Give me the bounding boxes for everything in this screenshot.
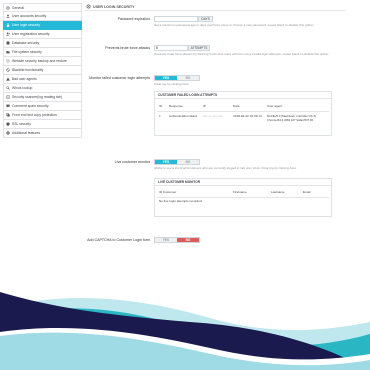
monitor-failed-no[interactable]: NO — [177, 76, 199, 80]
attempts-addon: ATTEMPTS — [188, 45, 210, 51]
th-id-customer: ID Customer — [159, 190, 177, 194]
failed-attempts-box: CUSTOMER FAILED LOGIN ATTEMPTS ID Respon… — [154, 91, 332, 136]
sidebar-item-label: Blacklist functionality — [12, 68, 44, 72]
password-expiration-label: Password expiration — [117, 17, 150, 21]
sidebar-item-blacklist-functionality[interactable]: Blacklist functionality — [3, 66, 82, 75]
gear-icon — [6, 5, 10, 10]
sidebar-item-whois-lookup[interactable]: Whois lookup — [3, 84, 82, 93]
sidebar-item-security-scanner-log-reading-tab[interactable]: Security scanner(log reading tab) — [3, 93, 82, 102]
password-expiration-input[interactable] — [154, 16, 198, 22]
decorative-waves — [0, 292, 370, 370]
sidebar-item-label: Security scanner(log reading tab) — [12, 95, 62, 99]
sidebar-item-label: User registration security — [12, 32, 50, 36]
th-date: Date — [233, 104, 240, 108]
sidebar-item-database-security[interactable]: Database security — [3, 39, 82, 48]
user-icon — [6, 14, 10, 18]
scanner-icon — [6, 95, 10, 99]
table-divider — [157, 111, 329, 112]
monitor-failed-toggle[interactable]: YES NO — [154, 75, 200, 81]
sidebar-item-label: User login security — [12, 23, 40, 27]
sidebar-item-label: Database security — [12, 41, 40, 45]
brute-force-label: Prevents brute force attacks — [105, 46, 150, 50]
sidebar-item-label: Website security backup and restore — [12, 59, 67, 63]
th-ip: IP — [203, 104, 206, 108]
sidebar-item-website-security-backup-and-restore[interactable]: Website security backup and restore — [3, 57, 82, 66]
failed-attempts-table: ID Response IP Date User agent 1 Authent… — [155, 100, 331, 136]
page-title: USER LOGIN SECURITY — [93, 4, 135, 9]
td-ip: xxx.xx.xxx.xxx — [203, 114, 223, 118]
sidebar-item-front-end-text-copy-protection[interactable]: Front end text copy protection — [3, 111, 82, 120]
td-date: 2018-02-22 19:02:14 — [233, 114, 262, 118]
table-divider — [157, 197, 329, 198]
captcha-no[interactable]: NO — [177, 238, 199, 242]
th-id: ID — [159, 104, 163, 108]
monitor-failed-help[interactable]: Clear log by clicking here. — [154, 82, 334, 87]
plus-icon — [6, 131, 10, 135]
ban-icon — [6, 68, 10, 72]
panel-header: USER LOGIN SECURITY — [86, 3, 346, 11]
sidebar-item-general[interactable]: General — [3, 3, 82, 12]
sidebar-item-label: Additional features — [12, 131, 41, 135]
sidebar-item-comment-spam-security[interactable]: Comment spam security — [3, 102, 82, 111]
backup-icon — [6, 59, 10, 63]
sidebar-item-user-accounts-security[interactable]: User accounts security — [3, 12, 82, 21]
td-response: Authentication failed. — [169, 114, 198, 118]
sidebar-item-label: File system security — [12, 50, 42, 54]
live-monitor-toggle[interactable]: YES NO — [154, 159, 200, 165]
sidebar-item-label: Comment spam security — [12, 104, 49, 108]
sidebar-item-label: SSL security — [12, 122, 31, 126]
captcha-toggle[interactable]: YES NO — [154, 237, 200, 243]
sidebar-item-label: User accounts security — [12, 14, 47, 18]
captcha-label: Add CAPTCHA to Customer Login form — [87, 238, 150, 242]
copy-icon — [6, 113, 10, 117]
td-user-agent: Mozilla/5.0 (Macintosh; Intel Mac OS X) … — [267, 114, 317, 122]
shield-icon — [6, 122, 10, 126]
user-plus-icon — [6, 32, 10, 36]
sidebar-item-label: Bad user agents — [12, 77, 37, 81]
live-monitor-box: LIVE CUSTOMER MONITOR ID Customer Firstn… — [154, 178, 332, 217]
live-monitor-no[interactable]: NO — [177, 160, 199, 164]
brute-force-help: Prevents brute force attacks by banning … — [154, 52, 330, 56]
sidebar-item-user-login-security[interactable]: User login security — [3, 21, 82, 30]
days-addon: DAYS — [198, 16, 213, 22]
sidebar-item-bad-user-agents[interactable]: Bad user agents — [3, 75, 82, 84]
th-firstname: Firstname — [233, 190, 247, 194]
failed-attempts-title: CUSTOMER FAILED LOGIN ATTEMPTS — [155, 92, 331, 99]
sidebar-item-label: General — [12, 5, 25, 10]
folder-icon — [6, 50, 10, 54]
brute-force-input[interactable] — [154, 45, 188, 51]
th-response: Response — [169, 104, 183, 108]
password-expiration-help: Set a maximum password age in days and f… — [154, 23, 315, 27]
lock-icon — [6, 23, 10, 27]
empty-message: No live login attempts recorded. — [159, 199, 203, 203]
database-icon — [6, 41, 10, 45]
sidebar-item-additional-features[interactable]: Additional features — [3, 129, 82, 138]
live-monitor-label: Live customer monitor — [114, 160, 150, 164]
warning-icon — [6, 77, 10, 81]
td-id: 1 — [159, 114, 161, 118]
monitor-failed-label: Monitor failed customer login attempts — [89, 76, 150, 80]
sidebar-item-user-registration-security[interactable]: User registration security — [3, 30, 82, 39]
live-monitor-help[interactable]: Ability to see a list of all customers w… — [154, 166, 344, 171]
screenshot-stage: General User accounts security User login … — [0, 0, 370, 370]
live-monitor-title: LIVE CUSTOMER MONITOR — [155, 179, 331, 186]
live-monitor-yes[interactable]: YES — [155, 160, 177, 164]
gear-icon — [86, 4, 91, 9]
th-user-agent: User agent — [267, 104, 283, 108]
login-security-panel: USER LOGIN SECURITY Password expiration … — [86, 3, 346, 255]
sidebar-item-label: Whois lookup — [12, 86, 33, 90]
sidebar-item-label: Front end text copy protection — [12, 113, 57, 117]
sidebar-item-ssl-security[interactable]: SSL security — [3, 120, 82, 129]
th-lastname: Lastname — [271, 190, 285, 194]
sidebar-item-file-system-security[interactable]: File system security — [3, 48, 82, 57]
settings-sidebar: General User accounts security User login … — [3, 3, 82, 138]
live-monitor-table: ID Customer Firstname Lastname Email No … — [155, 187, 331, 217]
captcha-yes[interactable]: YES — [155, 238, 177, 242]
monitor-failed-yes[interactable]: YES — [155, 76, 177, 80]
comment-icon — [6, 104, 10, 108]
th-email: Email — [303, 190, 311, 194]
search-icon — [6, 86, 10, 90]
